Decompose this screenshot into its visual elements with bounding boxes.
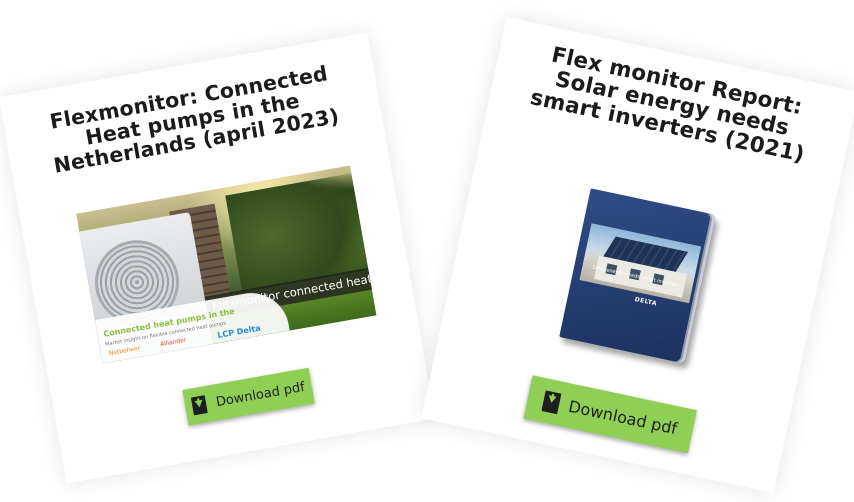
file-download-icon — [541, 389, 562, 414]
download-pdf-label: Download pdf — [566, 396, 679, 438]
download-pdf-button[interactable]: Download pdf — [182, 367, 315, 426]
book-brand: DELTA — [633, 295, 658, 308]
report-book-cover[interactable]: Solar energy needs smart inverters DELTA — [559, 188, 716, 364]
report-title: Flexmonitor: Connected Heat pumps in the… — [47, 61, 341, 178]
book-cover-photo: Solar energy needs smart inverters — [579, 223, 702, 304]
report-title: Flex monitor Report: Solar energy needs … — [527, 42, 807, 169]
report-cover-image[interactable]: Flexmonitor connected heatpumps Connecte… — [76, 165, 377, 364]
download-pdf-button[interactable]: Download pdf — [523, 375, 697, 454]
report-card-solar: Flex monitor Report: Solar energy needs … — [421, 17, 854, 493]
report-card-heat-pumps: Flexmonitor: Connected Heat pumps in the… — [0, 32, 436, 484]
download-pdf-label: Download pdf — [214, 379, 306, 410]
file-download-icon — [190, 395, 208, 416]
